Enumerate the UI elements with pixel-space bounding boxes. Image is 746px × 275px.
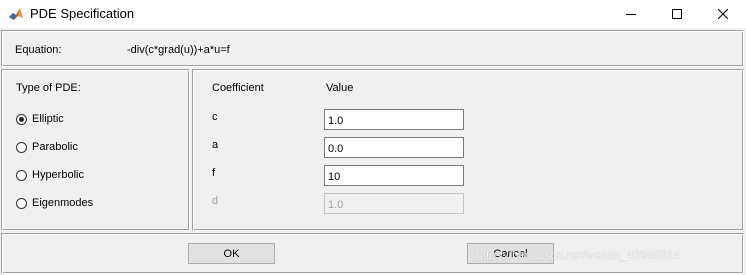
radio-label: Hyperbolic bbox=[32, 169, 84, 181]
radio-button[interactable] bbox=[16, 169, 27, 181]
coefficient-f-input[interactable] bbox=[324, 165, 464, 186]
equation-panel bbox=[1, 30, 744, 67]
radio-label: Eigenmodes bbox=[32, 197, 94, 209]
matlab-icon bbox=[8, 6, 24, 22]
ok-button[interactable]: OK bbox=[188, 243, 275, 264]
radio-hyperbolic[interactable]: Hyperbolic bbox=[16, 169, 84, 181]
radio-button[interactable] bbox=[16, 141, 27, 153]
radio-button[interactable] bbox=[16, 113, 27, 125]
coefficient-a-input[interactable] bbox=[324, 137, 464, 158]
radio-elliptic[interactable]: Elliptic bbox=[16, 113, 64, 125]
coefficient-d-input bbox=[324, 193, 464, 214]
coefficient-c-input[interactable] bbox=[324, 109, 464, 130]
title-bar: PDE Specification bbox=[0, 0, 746, 28]
maximize-button[interactable] bbox=[654, 0, 700, 28]
coefficient-panel bbox=[192, 69, 744, 231]
value-column-header: Value bbox=[326, 82, 354, 94]
watermark: https://blog.csdn.net/weixin_43940314 bbox=[476, 248, 681, 262]
coefficient-f-label: f bbox=[212, 167, 216, 179]
coefficient-d-label: d bbox=[212, 195, 219, 207]
radio-label: Parabolic bbox=[32, 141, 78, 153]
close-button[interactable] bbox=[700, 0, 746, 28]
close-icon bbox=[718, 9, 728, 19]
coefficient-c-label: c bbox=[212, 111, 218, 123]
minimize-icon bbox=[626, 14, 636, 15]
maximize-icon bbox=[672, 9, 682, 19]
equation-label: Equation: bbox=[15, 44, 62, 56]
pde-type-heading: Type of PDE: bbox=[16, 82, 81, 94]
radio-parabolic[interactable]: Parabolic bbox=[16, 141, 78, 153]
radio-eigenmodes[interactable]: Eigenmodes bbox=[16, 197, 93, 209]
coefficient-a-label: a bbox=[212, 139, 219, 151]
radio-button[interactable] bbox=[16, 197, 27, 209]
minimize-button[interactable] bbox=[608, 0, 654, 28]
window-title: PDE Specification bbox=[30, 6, 135, 21]
radio-label: Elliptic bbox=[32, 113, 64, 125]
coefficient-column-header: Coefficient bbox=[212, 82, 264, 94]
equation-value: -div(c*grad(u))+a*u=f bbox=[127, 44, 230, 56]
